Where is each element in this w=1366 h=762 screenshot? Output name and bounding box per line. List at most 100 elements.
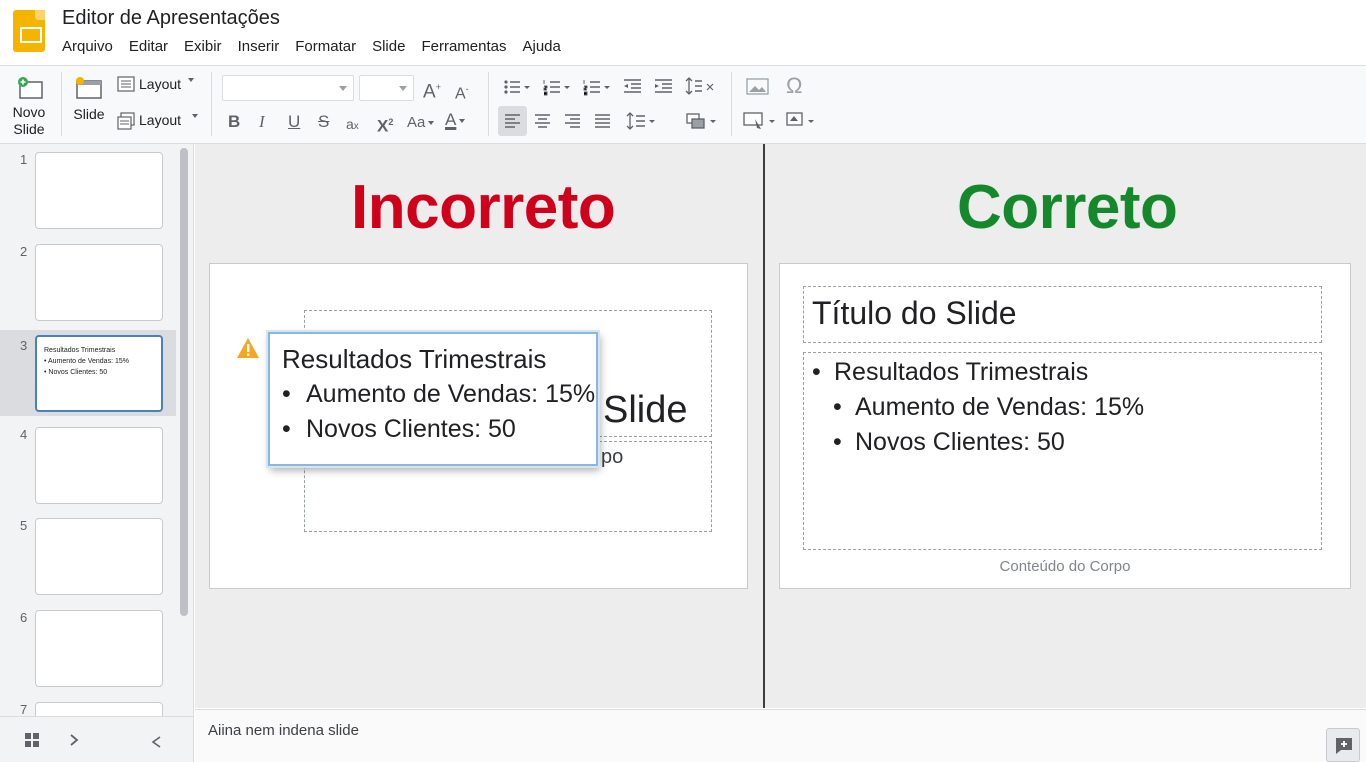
shape-icon[interactable] [786,111,820,131]
body-list-item: • Aumento de Vendas: 15% [833,393,1145,421]
clear-formatting-icon[interactable]: ax [346,114,359,137]
strikethrough-icon[interactable]: S [318,112,329,132]
border-icon[interactable] [743,111,779,131]
filmstrip-footer [0,716,194,762]
alignment-controls [505,114,610,128]
slide-label: Slide [73,106,105,122]
justify-icon[interactable] [595,114,610,128]
body-placeholder-text: po [601,446,624,468]
underline-icon[interactable]: U [288,112,300,132]
toolbar-separator [61,72,62,136]
italic-icon[interactable]: I [259,112,265,132]
thumbnail-preview[interactable] [35,244,163,321]
list-controls [504,80,610,96]
new-slide-label-2: Slide [13,121,45,137]
font-size-decrease-icon[interactable]: A- [455,79,469,104]
menu-bar: Arquivo Editar Exibir Inserir Formatar S… [62,38,561,55]
thumbnail-preview[interactable] [35,702,163,716]
slides-logo-icon[interactable] [13,10,45,52]
bulleted-list-icon[interactable] [504,80,530,94]
add-comment-button[interactable] [1326,728,1360,762]
toolbar-separator [731,72,732,136]
thumbnail-content: Resultados Trimestrais • Aumento de Vend… [44,345,129,378]
toolbar: Novo Slide Slide Layout Layout A+ A- B I… [0,66,1366,144]
text-color-icon[interactable]: A [445,110,466,130]
superscript-icon[interactable]: X2 [377,112,393,137]
thumbnail-preview[interactable] [35,610,163,687]
align-left-icon[interactable] [505,114,520,128]
new-slide-button[interactable]: Novo Slide [6,74,52,140]
speaker-notes[interactable]: Aiina nem indena slide [195,709,1366,762]
menu-editar[interactable]: Editar [129,38,168,55]
bold-icon[interactable]: B [228,112,240,132]
incorrect-heading: Incorreto [351,173,616,242]
indent-decrease-icon[interactable] [623,78,643,96]
slide-number: 5 [20,518,28,533]
thumbnail-item: • Novos Clientes: 50 [44,369,108,376]
font-size-select[interactable] [359,75,414,101]
title-placeholder[interactable]: Título do Slide [803,286,1322,343]
thumbnail-preview[interactable] [35,518,163,595]
menu-arquivo[interactable]: Arquivo [62,38,113,55]
menu-ferramentas[interactable]: Ferramentas [421,38,506,55]
slide-thumbnail-7[interactable]: 7 [0,694,176,716]
new-slide-icon [18,77,43,99]
text-box-title: Resultados Trimestrais [282,344,547,374]
body-list-item: • Novos Clientes: 50 [833,428,1065,456]
font-family-select[interactable] [222,75,354,101]
chevron-right-icon[interactable] [68,733,80,747]
thumbnail-preview[interactable] [35,152,163,229]
paragraph-spacing-icon[interactable] [626,111,660,131]
document-title[interactable]: Editor de Apresentações [62,7,280,30]
misplaced-text-box[interactable]: Resultados Trimestrais • Aumento de Venda… [268,332,598,466]
body-placeholder[interactable]: • Resultados Trimestrais • Aumento de Vend… [803,352,1322,550]
thumbnail-preview[interactable] [35,427,163,504]
toolbar-separator [211,72,212,136]
slide-number: 3 [20,338,28,353]
slide-number: 7 [20,702,28,716]
chevron-left-icon[interactable] [150,735,164,749]
font-size-increase-icon[interactable]: A+ [423,77,441,102]
fill-color-icon[interactable] [686,111,720,131]
indent-increase-icon[interactable] [654,78,674,96]
slide-filmstrip[interactable]: 1 2 3 Resultados Trimestrais • Aumento d… [0,144,194,716]
chevron-down-icon [192,114,198,118]
app-header: Editor de Apresentações Arquivo Editar E… [0,0,1366,66]
slide-thumbnail-4[interactable]: 4 [0,419,176,504]
menu-ajuda[interactable]: Ajuda [522,38,560,55]
slide-number: 1 [20,152,28,167]
numbered-list-icon[interactable] [543,80,570,96]
slide-number: 4 [20,427,28,442]
filmstrip-scrollbar[interactable] [180,148,188,616]
align-center-icon[interactable] [535,114,550,128]
title-placeholder-text: Slide [603,389,688,431]
grid-view-icon[interactable] [24,732,40,748]
slide-thumbnail-5[interactable]: 5 [0,510,176,595]
align-right-icon[interactable] [565,114,580,128]
font-case-label: Aa [407,114,426,131]
line-spacing-icon[interactable] [685,76,721,96]
menu-formatar[interactable]: Formatar [295,38,356,55]
slide-thumbnail-2[interactable]: 2 [0,236,176,321]
checklist-icon[interactable] [583,80,610,96]
slide-thumbnail-1[interactable]: 1 [0,144,176,229]
slide-thumbnail-6[interactable]: 6 [0,602,176,687]
menu-slide[interactable]: Slide [372,38,405,55]
menu-inserir[interactable]: Inserir [238,38,280,55]
text-box-item: • Aumento de Vendas: 15% [282,380,596,408]
text-box-item: • Novos Clientes: 50 [282,415,516,443]
image-icon[interactable] [746,78,770,96]
slide-number: 2 [20,244,28,259]
slide-icon [76,77,102,99]
slide-thumbnail-3[interactable]: 3 Resultados Trimestrais • Aumento de Ve… [0,330,176,416]
notes-text[interactable]: Aiina nem indena slide [208,722,359,739]
slide-button[interactable]: Slide [68,74,110,130]
special-chars-icon[interactable]: Ω [786,75,802,97]
font-case-button[interactable]: Aa [407,113,435,133]
thumbnail-preview-selected[interactable]: Resultados Trimestrais • Aumento de Vend… [35,335,163,412]
correct-slide[interactable]: Título do Slide • Resultados Trimestrais … [779,263,1351,589]
layout-icon [117,76,135,92]
layout-label-2: Layout [139,112,182,128]
warning-icon [237,338,259,358]
menu-exibir[interactable]: Exibir [184,38,222,55]
